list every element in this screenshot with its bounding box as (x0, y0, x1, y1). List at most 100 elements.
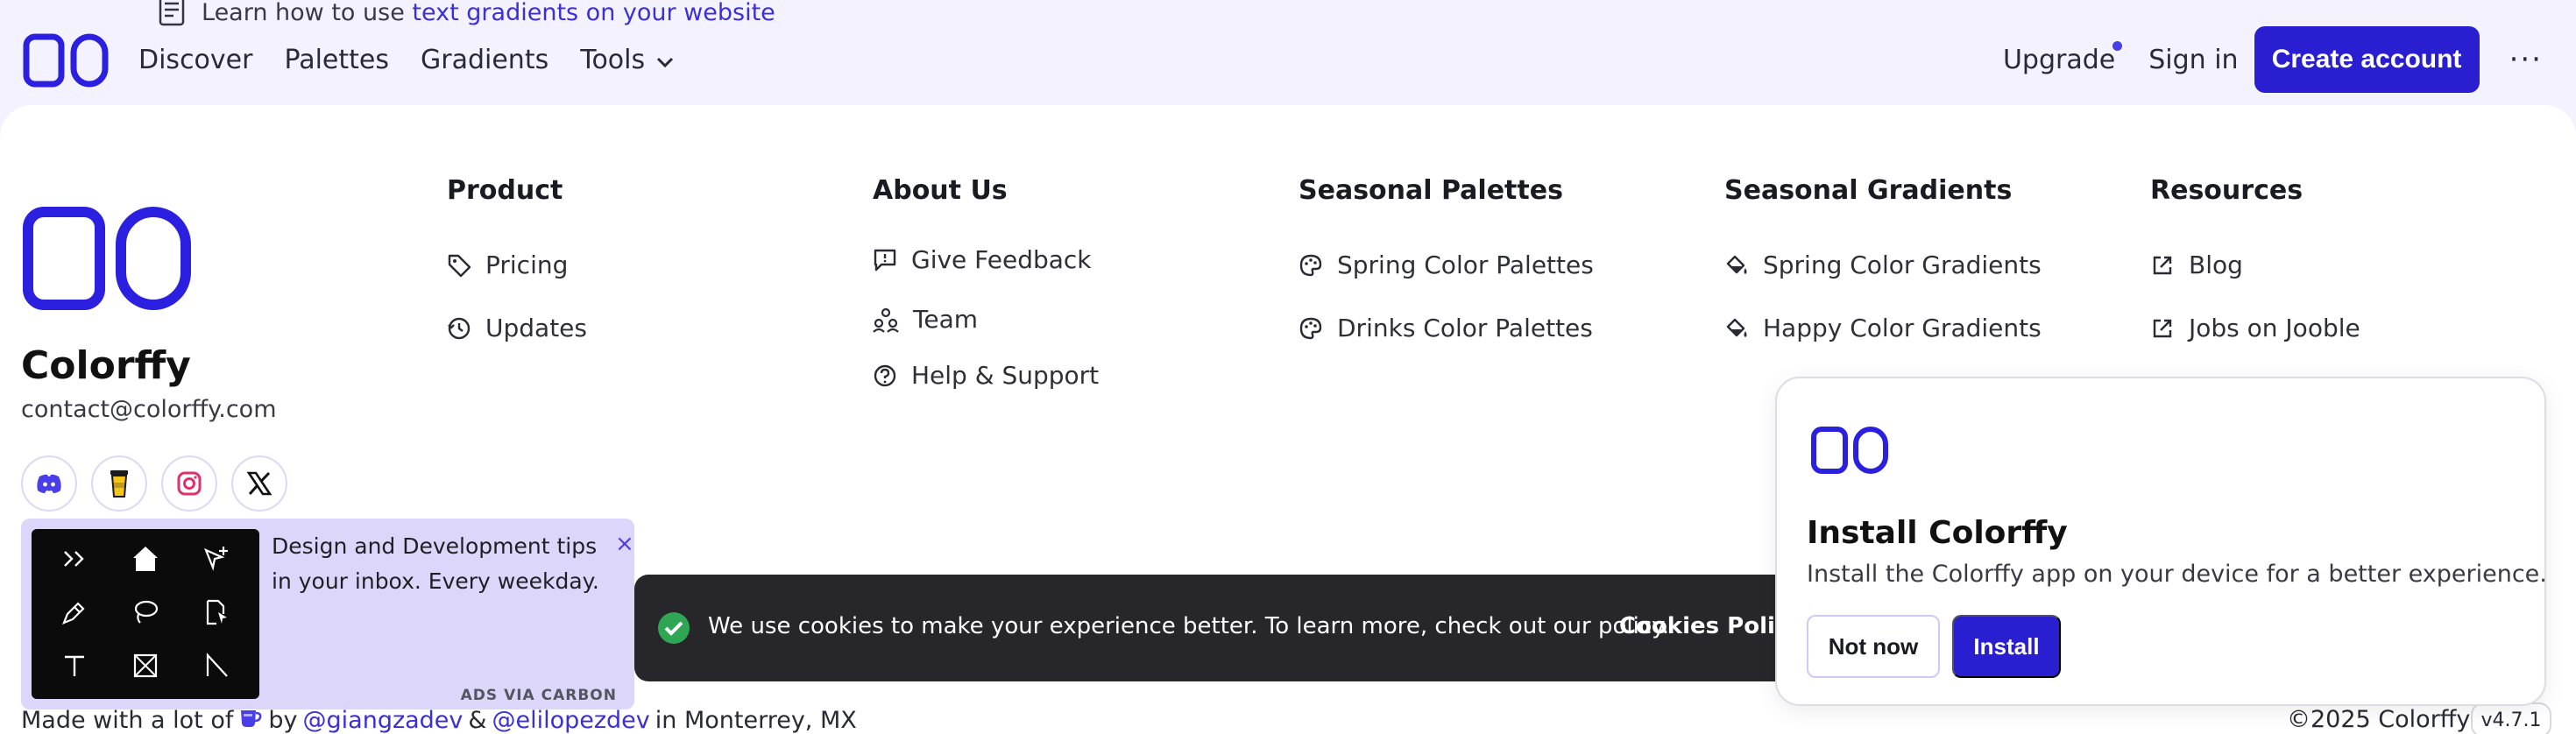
tip-text: Learn how to use (202, 0, 405, 26)
footer-link-drinks-palettes[interactable]: Drinks Color Palettes (1299, 314, 1593, 342)
footer-link-label: Drinks Color Palettes (1337, 314, 1593, 342)
install-title: Install Colorffy (1807, 515, 2068, 551)
install-app-dialog: Install Colorffy Install the Colorffy ap… (1775, 377, 2547, 706)
social-links (21, 455, 287, 512)
ad-image[interactable] (32, 529, 259, 699)
tip-link[interactable]: text gradients on your website (412, 0, 775, 26)
feedback-icon (873, 248, 897, 272)
footer-link-label: Jobs on Jooble (2189, 314, 2360, 342)
frame-icon (131, 652, 159, 683)
ad-attribution[interactable]: ADS VIA CARBON (461, 687, 617, 704)
create-account-button[interactable]: Create account (2254, 26, 2480, 93)
footer-link-label: Spring Color Palettes (1337, 251, 1594, 279)
upgrade-label: Upgrade (2002, 44, 2116, 75)
footer-link-label: Team (913, 305, 979, 334)
paint-bucket-icon (1724, 316, 1749, 341)
home-icon (131, 545, 160, 576)
made-with-credits: Made with a lot of by @giangzadev & @eli… (21, 706, 857, 734)
chevrons-right-icon (61, 549, 88, 572)
column-title: Product (447, 175, 563, 206)
footer-column-seasonal-gradients: Seasonal Gradients Spring Color Gradient… (1724, 175, 2042, 342)
carbon-ad[interactable]: Design and Development tips in your inbo… (21, 519, 634, 709)
footer-link-label: Happy Color Gradients (1763, 314, 2042, 342)
sign-in-link[interactable]: Sign in (2148, 45, 2238, 75)
tip-bar: Learn how to use text gradients on your … (156, 0, 775, 26)
footer-link-jobs[interactable]: Jobs on Jooble (2150, 314, 2360, 342)
help-icon (873, 363, 897, 388)
instagram-icon[interactable] (161, 455, 217, 512)
cursor-plus-icon (202, 545, 230, 576)
column-title: About Us (873, 175, 1008, 206)
palette-icon (1299, 253, 1323, 278)
line-tool-icon (202, 652, 230, 683)
install-button[interactable]: Install (1952, 615, 2061, 678)
version-badge[interactable]: v4.7.1 (2471, 702, 2551, 734)
colorffy-logo (1810, 426, 1889, 478)
location-text: in Monterrey, MX (655, 707, 857, 734)
ampersand-text: & (468, 707, 487, 734)
lasso-icon (131, 598, 159, 630)
cookie-message: We use cookies to make your experience b… (708, 613, 1670, 639)
notification-dot (2112, 40, 2123, 51)
footer-link-label: Spring Color Gradients (1763, 251, 2042, 279)
brand-name: Colorffy (21, 343, 191, 388)
by-text: by (268, 707, 298, 734)
footer-column-seasonal-palettes: Seasonal Palettes Spring Color Palettes … (1299, 175, 1594, 342)
copyright: ©2025 Colorffy (2287, 706, 2471, 733)
check-circle-icon (657, 611, 690, 648)
chevron-down-icon (655, 45, 675, 75)
made-with-text: Made with a lot of (21, 707, 234, 734)
install-description: Install the Colorffy app on your device … (1807, 561, 2547, 588)
nav-tools-label: Tools (580, 44, 646, 75)
footer-link-help-support[interactable]: Help & Support (873, 361, 1099, 390)
upgrade-link[interactable]: Upgrade (2002, 40, 2123, 75)
footer-link-updates[interactable]: Updates (447, 314, 587, 342)
colorffy-logo[interactable] (23, 33, 109, 91)
nav-palettes[interactable]: Palettes (284, 45, 389, 75)
tag-icon (447, 253, 471, 278)
nav-tools[interactable]: Tools (580, 45, 675, 75)
paint-bucket-icon (1724, 253, 1749, 278)
external-link-icon (2150, 316, 2175, 341)
column-title: Seasonal Gradients (1724, 175, 2013, 206)
footer-link-team[interactable]: Team (873, 305, 978, 334)
coffee-icon (238, 706, 263, 734)
column-title: Resources (2150, 175, 2304, 206)
ad-text[interactable]: Design and Development tips in your inbo… (272, 529, 622, 599)
footer-link-label: Blog (2189, 251, 2243, 279)
pen-icon (60, 598, 88, 630)
nav-gradients[interactable]: Gradients (421, 45, 548, 75)
top-navigation: Discover Palettes Gradients Tools Upgrad… (0, 25, 2576, 105)
text-tool-icon (61, 653, 88, 682)
x-icon[interactable] (231, 455, 287, 512)
author-link-elilopezdev[interactable]: @elilopezdev (492, 707, 649, 734)
footer-link-pricing[interactable]: Pricing (447, 251, 568, 279)
footer-link-happy-gradients[interactable]: Happy Color Gradients (1724, 314, 2042, 342)
column-title: Seasonal Palettes (1299, 175, 1563, 206)
footer-column-resources: Resources Blog Jobs on Jooble (2150, 175, 2360, 342)
cookie-banner: We use cookies to make your experience b… (634, 575, 1803, 681)
footer-column-about: About Us Give Feedback Team Help & Suppo… (873, 175, 1099, 390)
footer-link-spring-gradients[interactable]: Spring Color Gradients (1724, 251, 2042, 279)
brand-email[interactable]: contact@colorffy.com (21, 396, 277, 423)
more-options-icon[interactable]: ··· (2509, 42, 2543, 77)
footer-link-label: Help & Support (911, 361, 1100, 390)
external-link-icon (2150, 253, 2175, 278)
history-icon (447, 316, 471, 341)
brand-logo (23, 207, 191, 314)
coffee-cup-icon[interactable] (91, 455, 147, 512)
file-cursor-icon (202, 598, 230, 630)
footer-link-give-feedback[interactable]: Give Feedback (873, 245, 1092, 274)
footer-link-label: Pricing (485, 251, 569, 279)
not-now-button[interactable]: Not now (1807, 615, 1940, 678)
footer-link-label: Updates (485, 314, 587, 342)
palette-icon (1299, 316, 1323, 341)
footer-link-blog[interactable]: Blog (2150, 251, 2243, 279)
footer-link-spring-palettes[interactable]: Spring Color Palettes (1299, 251, 1594, 279)
discord-icon[interactable] (21, 455, 77, 512)
footer-link-label: Give Feedback (911, 245, 1092, 274)
close-icon[interactable]: × (615, 531, 634, 557)
nav-discover[interactable]: Discover (138, 45, 252, 75)
author-link-giangzadev[interactable]: @giangzadev (303, 707, 464, 734)
account-nav: Upgrade Sign in Create account ··· (2003, 26, 2576, 93)
